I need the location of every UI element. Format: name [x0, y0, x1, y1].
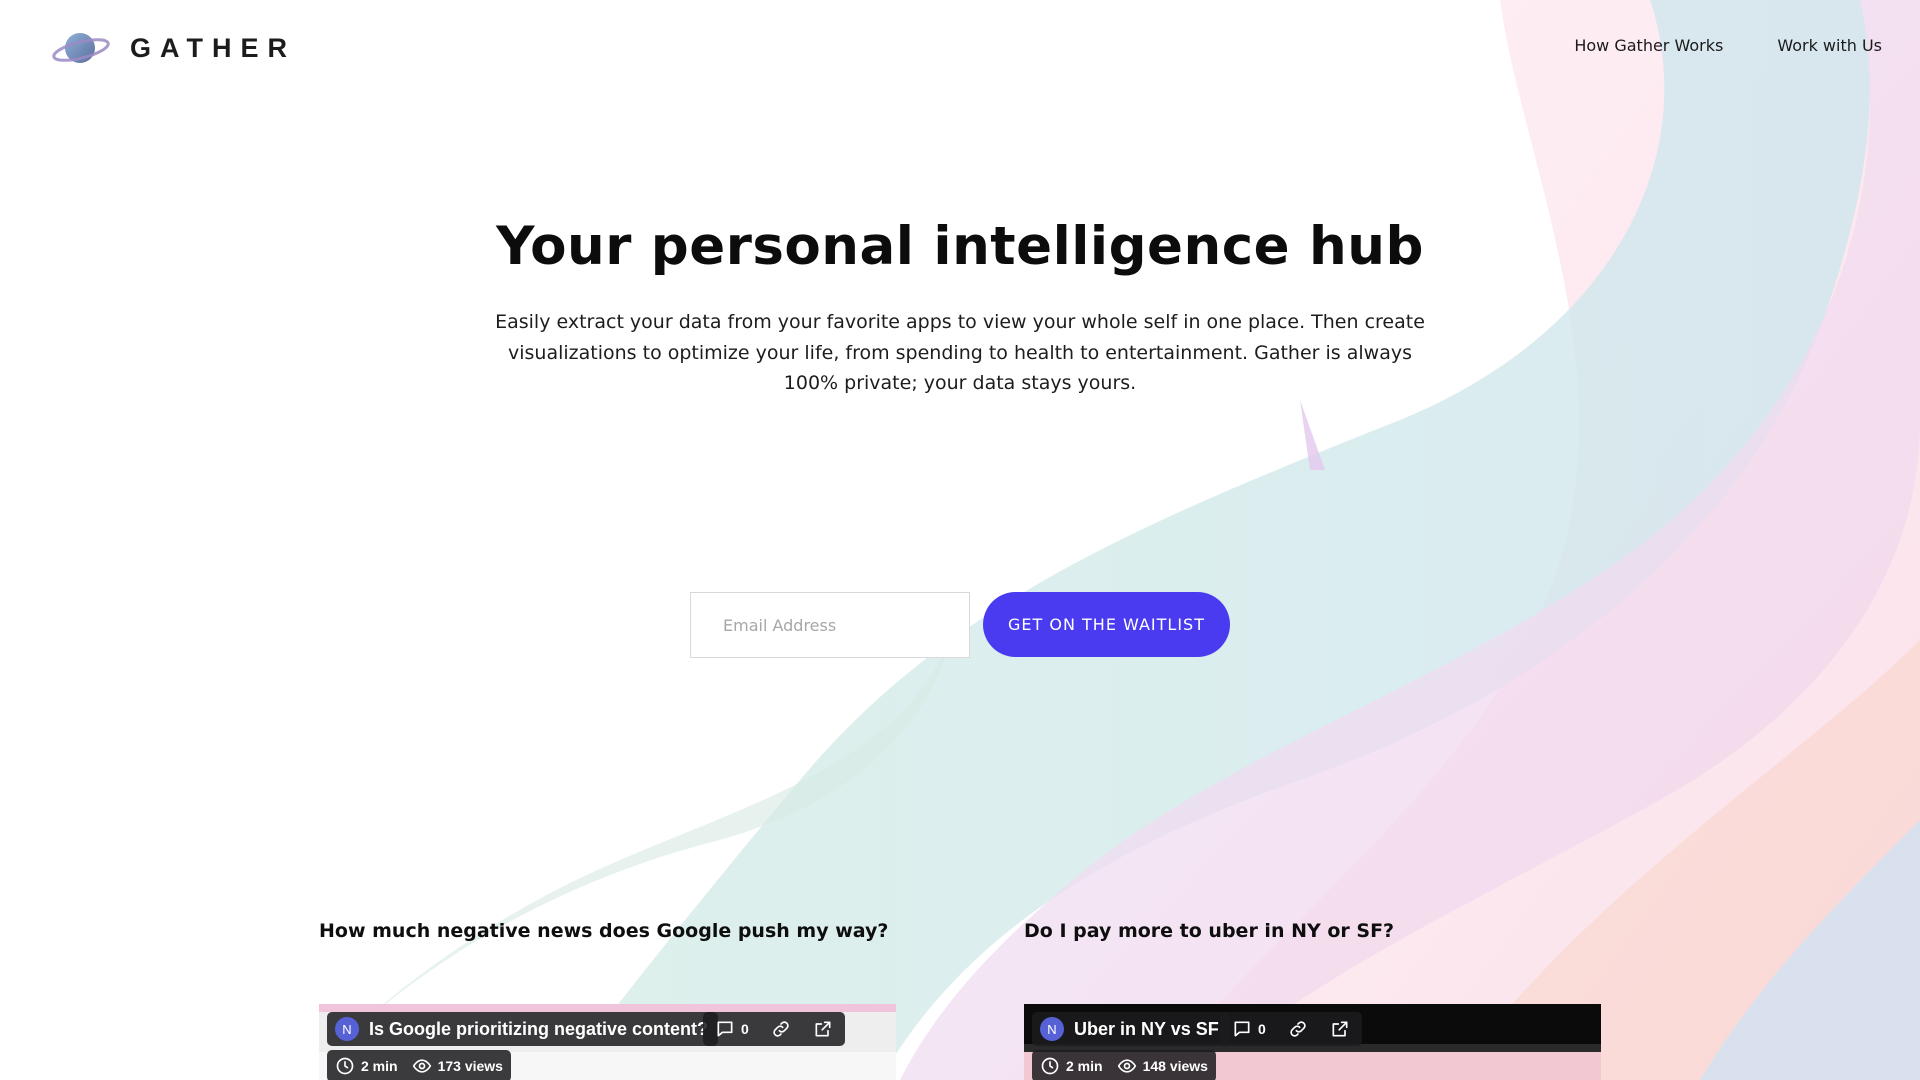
video-duration: 2 min	[1066, 1058, 1103, 1074]
waitlist-form: GET ON THE WAITLIST	[690, 592, 1230, 658]
planet-icon	[52, 33, 110, 63]
video-title: Uber in NY vs SF	[1074, 1018, 1219, 1039]
brand-logo[interactable]: GATHER	[50, 28, 296, 68]
video-title-chip[interactable]: N Uber in NY vs SF	[1032, 1012, 1229, 1046]
video-duration: 2 min	[361, 1058, 398, 1074]
eye-icon	[1117, 1059, 1136, 1073]
video-preview[interactable]: N Is Google prioritizing negative conten…	[319, 1004, 896, 1080]
hero-section: Your personal intelligence hub Easily ex…	[0, 216, 1920, 399]
open-external-button[interactable]	[813, 1019, 833, 1039]
use-case-question: How much negative news does Google push …	[319, 920, 889, 942]
comment-icon	[717, 1021, 733, 1037]
hero-title: Your personal intelligence hub	[496, 216, 1424, 277]
copy-link-button[interactable]	[771, 1019, 791, 1039]
use-case-card: How much negative news does Google push …	[319, 920, 896, 1080]
video-views: 148 views	[1142, 1058, 1208, 1074]
top-bar: GATHER How Gather Works Work with Us	[0, 0, 1920, 96]
nav-how-gather-works[interactable]: How Gather Works	[1574, 36, 1723, 55]
video-meta: 2 min 148 views	[1032, 1050, 1216, 1080]
open-external-button[interactable]	[1330, 1019, 1350, 1039]
clock-icon	[336, 1057, 354, 1075]
comment-count: 0	[741, 1021, 749, 1037]
main-nav: How Gather Works Work with Us	[1574, 36, 1882, 55]
use-case-question: Do I pay more to uber in NY or SF?	[1024, 920, 1395, 942]
video-title-chip[interactable]: N Is Google prioritizing negative conten…	[327, 1012, 719, 1046]
video-views: 173 views	[437, 1058, 503, 1074]
link-icon	[1290, 1021, 1306, 1037]
comment-icon	[1234, 1021, 1250, 1037]
waitlist-button[interactable]: GET ON THE WAITLIST	[983, 592, 1230, 657]
use-case-card: Do I pay more to uber in NY or SF? N Ube…	[1024, 920, 1601, 1080]
brand-name: GATHER	[130, 32, 296, 63]
use-cases: How much negative news does Google push …	[319, 920, 1601, 1080]
pastel-wave-graphic	[300, 0, 1920, 1080]
nav-work-with-us[interactable]: Work with Us	[1777, 36, 1882, 55]
avatar: N	[1040, 1017, 1064, 1041]
comment-button[interactable]: 0	[715, 1019, 749, 1039]
link-icon	[773, 1021, 789, 1037]
email-input[interactable]	[690, 592, 970, 658]
copy-link-button[interactable]	[1288, 1019, 1308, 1039]
external-link-icon	[1332, 1021, 1348, 1037]
video-actions: 0	[1220, 1012, 1362, 1046]
video-preview[interactable]: N Uber in NY vs SF 0 2 min 148 views	[1024, 1004, 1601, 1080]
video-title: Is Google prioritizing negative content?	[369, 1018, 709, 1039]
clock-icon	[1041, 1057, 1059, 1075]
eye-icon	[412, 1059, 431, 1073]
video-actions: 0	[703, 1012, 845, 1046]
external-link-icon	[815, 1021, 831, 1037]
comment-button[interactable]: 0	[1232, 1019, 1266, 1039]
avatar: N	[335, 1017, 359, 1041]
comment-count: 0	[1258, 1021, 1266, 1037]
video-meta: 2 min 173 views	[327, 1050, 511, 1080]
background-swooshes	[0, 0, 1920, 1080]
hero-description: Easily extract your data from your favor…	[495, 311, 1425, 394]
